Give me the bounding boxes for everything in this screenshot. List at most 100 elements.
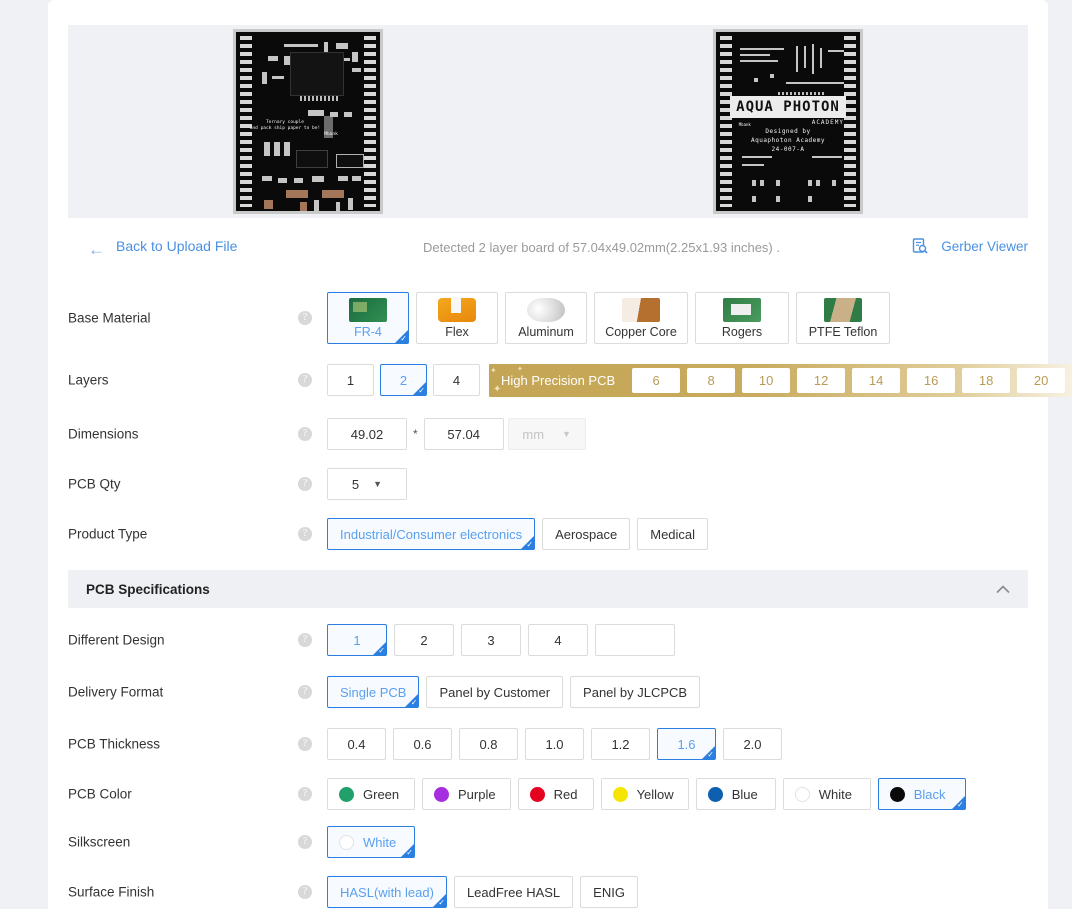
option-pcb-color-red[interactable]: Red✓ xyxy=(517,778,594,810)
silk-logo-bottom: AQUA PHOTON xyxy=(730,96,846,118)
dimension-width-input[interactable] xyxy=(327,418,407,450)
different-design-options: 1✓ 2✓ 3✓ 4✓ xyxy=(327,623,675,657)
delivery-format-options: Single PCB✓ Panel by Customer✓ Panel by … xyxy=(327,675,701,709)
option-pcb-thickness-1-0[interactable]: 1.0✓ xyxy=(525,728,584,760)
label-different-design: Different Design xyxy=(68,632,165,648)
option-silkscreen-white[interactable]: White ✓ xyxy=(327,826,415,858)
option-pcb-color-white[interactable]: White✓ xyxy=(782,778,871,810)
option-pcb-color-black[interactable]: Black ✓ xyxy=(877,778,966,810)
color-dot-white xyxy=(339,834,354,850)
help-icon-delivery-format[interactable]: ? xyxy=(298,685,312,699)
color-dot-blue xyxy=(707,786,723,802)
high-precision-pcb-banner: ✦ High Precision PCB 6 8 10 12 14 16 18 … xyxy=(489,363,1072,397)
option-layers-6[interactable]: 6 xyxy=(632,367,681,393)
help-icon-different-design[interactable]: ? xyxy=(298,633,312,647)
option-delivery-format-single-pcb[interactable]: Single PCB ✓ xyxy=(327,676,420,708)
different-design-custom-input[interactable] xyxy=(595,624,675,656)
color-dot-red xyxy=(529,786,545,802)
help-icon-surface-finish[interactable]: ? xyxy=(298,885,312,899)
option-delivery-format-panel-by-customer[interactable]: Panel by Customer✓ xyxy=(426,676,564,708)
help-icon-layers[interactable]: ? xyxy=(298,373,312,387)
option-different-design-1[interactable]: 1 ✓ xyxy=(327,624,387,656)
option-pcb-color-yellow[interactable]: Yellow✓ xyxy=(600,778,689,810)
option-base-material-rogers[interactable]: Rogers ✓ xyxy=(695,291,789,344)
option-base-material-ptfe-teflon[interactable]: PTFE Teflon ✓ xyxy=(796,291,890,344)
option-base-material-flex[interactable]: Flex ✓ xyxy=(416,291,498,344)
help-icon-pcb-color[interactable]: ? xyxy=(298,787,312,801)
option-pcb-color-green[interactable]: Green✓ xyxy=(327,778,415,810)
option-layers-2[interactable]: 2 ✓ xyxy=(380,364,427,396)
option-layers-1[interactable]: 1✓ xyxy=(327,364,374,396)
option-base-material-aluminum[interactable]: Aluminum ✓ xyxy=(505,291,587,344)
label-pcb-color: PCB Color xyxy=(68,786,132,802)
option-different-design-3[interactable]: 3✓ xyxy=(461,624,521,656)
option-base-material-fr4[interactable]: FR-4 ✓ xyxy=(327,291,409,344)
chevron-down-icon: ▼ xyxy=(373,479,383,489)
quote-card: Ternary couple and pack ship paper to be… xyxy=(48,0,1072,909)
option-pcb-thickness-1-2[interactable]: 1.2✓ xyxy=(591,728,650,760)
option-layers-20[interactable]: 20 xyxy=(1017,367,1066,393)
option-product-type-medical[interactable]: Medical✓ xyxy=(637,518,709,550)
label-layers: Layers xyxy=(68,372,109,388)
section-title: PCB Specifications xyxy=(86,581,210,597)
silk-logo-subtitle: ACADEMY xyxy=(811,119,844,126)
high-precision-title: High Precision PCB xyxy=(489,366,625,395)
chevron-down-icon: ▼ xyxy=(562,429,571,439)
product-type-options: Industrial/Consumer electronics ✓ Aerospa… xyxy=(327,517,709,551)
silkscreen-options: White ✓ xyxy=(327,825,415,859)
option-layers-16[interactable]: 16 xyxy=(907,367,956,393)
option-layers-8[interactable]: 8 xyxy=(687,367,736,393)
option-pcb-thickness-0-8[interactable]: 0.8✓ xyxy=(459,728,518,760)
option-pcb-thickness-1-6[interactable]: 1.6 ✓ xyxy=(657,728,716,760)
row-dimensions: Dimensions ? * mm ▼ xyxy=(68,417,1028,451)
upload-nav-row: ← Back to Upload File Detected 2 layer b… xyxy=(68,236,1028,266)
option-layers-4[interactable]: 4✓ xyxy=(433,364,480,396)
option-pcb-color-purple[interactable]: Purple✓ xyxy=(422,778,511,810)
dimension-unit-select[interactable]: mm ▼ xyxy=(507,418,586,450)
arrow-left-icon[interactable]: ← xyxy=(88,241,105,258)
option-layers-18[interactable]: 18 xyxy=(962,367,1011,393)
label-silkscreen: Silkscreen xyxy=(68,834,131,850)
option-product-type-aerospace[interactable]: Aerospace✓ xyxy=(542,518,631,550)
help-icon-pcb-qty[interactable]: ? xyxy=(298,477,312,491)
label-delivery-format: Delivery Format xyxy=(68,684,164,700)
pcb-specifications-header[interactable]: PCB Specifications xyxy=(68,570,1028,608)
back-to-upload-link[interactable]: Back to Upload File xyxy=(116,238,237,254)
document-search-icon[interactable] xyxy=(912,238,928,257)
row-silkscreen: Silkscreen ? White ✓ xyxy=(68,825,1028,859)
help-icon-product-type[interactable]: ? xyxy=(298,527,312,541)
help-icon-base-material[interactable]: ? xyxy=(298,310,312,325)
surface-finish-options: HASL(with lead)✓ LeadFree HASL✓ ENIG✓ xyxy=(327,875,638,909)
option-layers-10[interactable]: 10 xyxy=(742,367,791,393)
dimension-length-input[interactable] xyxy=(423,418,504,450)
color-dot-green xyxy=(339,786,354,802)
option-delivery-format-panel-by-jlcpcb[interactable]: Panel by JLCPCB✓ xyxy=(570,676,701,708)
option-product-type-industrial[interactable]: Industrial/Consumer electronics ✓ xyxy=(327,518,536,550)
option-pcb-thickness-0-4[interactable]: 0.4✓ xyxy=(327,728,386,760)
chevron-up-icon[interactable] xyxy=(996,582,1010,597)
help-icon-pcb-thickness[interactable]: ? xyxy=(298,737,312,751)
option-surface-finish-enig[interactable]: ENIG✓ xyxy=(580,876,638,908)
pcb-preview-bottom-layer[interactable]: AQUA PHOTON ACADEMY Designed by Aquaphot… xyxy=(713,29,863,214)
flex-swatch xyxy=(438,296,476,322)
option-surface-finish-hasl-with-lead[interactable]: HASL(with lead) ✓ xyxy=(327,876,447,908)
help-icon-silkscreen[interactable]: ? xyxy=(298,835,312,849)
option-pcb-color-blue[interactable]: Blue✓ xyxy=(695,778,776,810)
help-icon-dimensions[interactable]: ? xyxy=(298,427,312,441)
option-different-design-4[interactable]: 4✓ xyxy=(528,624,588,656)
option-layers-14[interactable]: 14 xyxy=(852,367,901,393)
option-different-design-2[interactable]: 2✓ xyxy=(394,624,454,656)
pcb-qty-select[interactable]: 5 ▼ xyxy=(327,468,407,500)
option-pcb-thickness-0-6[interactable]: 0.6✓ xyxy=(393,728,452,760)
detected-board-text: Detected 2 layer board of 57.04x49.02mm(… xyxy=(423,240,780,255)
pcb-preview-top-layer[interactable]: Ternary couple and pack ship paper to be… xyxy=(233,29,383,214)
pcb-qty-control: 5 ▼ xyxy=(327,467,407,501)
option-layers-12[interactable]: 12 xyxy=(797,367,846,393)
option-base-material-copper-core[interactable]: Copper Core ✓ xyxy=(594,291,688,344)
option-pcb-thickness-2-0[interactable]: 2.0✓ xyxy=(723,728,782,760)
option-surface-finish-leadfree-hasl[interactable]: LeadFree HASL✓ xyxy=(453,876,574,908)
row-base-material: Base Material ? FR-4 ✓ Flex ✓ Aluminum ✓… xyxy=(68,290,1028,345)
label-product-type: Product Type xyxy=(68,526,148,542)
row-product-type: Product Type ? Industrial/Consumer elect… xyxy=(68,517,1028,551)
gerber-viewer-link[interactable]: Gerber Viewer xyxy=(941,239,1028,254)
